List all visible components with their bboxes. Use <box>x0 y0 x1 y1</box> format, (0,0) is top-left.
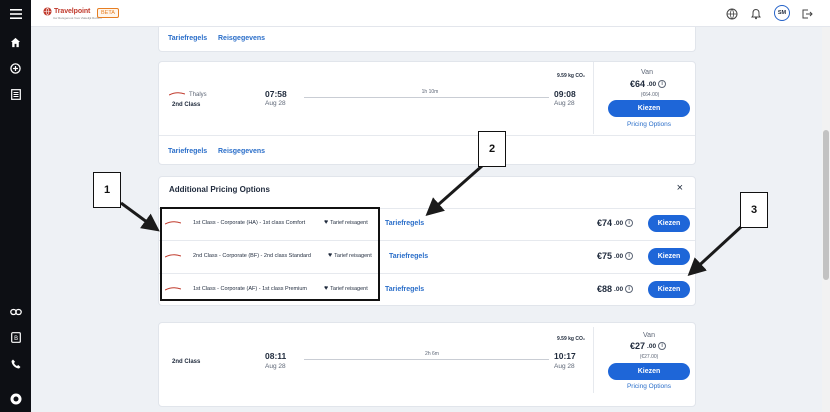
info-icon[interactable]: i <box>658 342 667 350</box>
co2-value: 9.59 kg CO₂ <box>557 73 586 79</box>
journey-line <box>304 97 549 98</box>
price-cents: .00 <box>614 219 624 227</box>
arrow-1 <box>120 201 160 232</box>
price-cents: .00 <box>614 285 624 293</box>
price-divider <box>593 62 594 134</box>
kiezen-button[interactable]: Kiezen <box>648 281 690 298</box>
price-sub: (€27.00) <box>639 354 659 360</box>
departure-time: 08:11 <box>265 351 287 361</box>
price-cents: .00 <box>647 80 657 88</box>
kiezen-button[interactable]: Kiezen <box>648 248 690 265</box>
scrollbar[interactable] <box>822 27 830 412</box>
card-divider <box>159 135 695 136</box>
departure-date: Aug 28 <box>265 100 286 107</box>
price-sub: (€64.00) <box>640 92 660 98</box>
journey-line <box>304 359 549 360</box>
fare-rules-link[interactable]: Tariefregels <box>168 35 207 42</box>
thalys-result-card: Thalys 2nd Class 07:58 Aug 28 1h 10m 9.5… <box>158 61 696 165</box>
van-label: Van <box>643 332 655 339</box>
home-icon[interactable] <box>8 35 23 50</box>
sidebar: B <box>0 0 31 412</box>
arrival-time: 10:17 <box>554 351 576 361</box>
travel-details-link[interactable]: Reisgegevens <box>218 148 265 155</box>
rail-carrier-logo-icon <box>169 92 185 96</box>
price: €27.00 i <box>630 341 667 351</box>
previous-result-card: Tariefregels Reisgegevens <box>158 27 696 52</box>
bell-icon[interactable] <box>750 7 762 20</box>
globe-logo-icon <box>43 7 52 16</box>
fare-rules-link[interactable]: Tariefregels <box>385 220 424 227</box>
van-label: Van <box>641 69 653 76</box>
additional-pricing-title: Additional Pricing Options <box>169 185 270 194</box>
list-icon[interactable] <box>8 87 23 102</box>
price-main: €88 <box>597 284 613 294</box>
kiezen-button[interactable]: Kiezen <box>648 215 690 232</box>
info-icon[interactable]: i <box>625 285 634 293</box>
logo-text: Travelpoint <box>54 8 91 15</box>
travelpoint-logo[interactable]: Travelpoint <box>43 7 90 16</box>
fare-rules-link[interactable]: Tariefregels <box>385 286 424 293</box>
duration: 1h 10m <box>421 89 439 95</box>
phone-icon[interactable] <box>8 356 23 371</box>
pricing-options-link[interactable]: Pricing Options <box>608 383 690 390</box>
arrival-date: Aug 28 <box>554 100 575 107</box>
option-price: €88.00 i <box>597 284 634 294</box>
pricing-options-link[interactable]: Pricing Options <box>608 121 690 128</box>
price-main: €64 <box>630 79 646 89</box>
departure-time: 07:58 <box>265 89 287 99</box>
price-main: €27 <box>630 341 646 351</box>
link-icon[interactable] <box>8 304 23 319</box>
svg-text:B: B <box>13 335 17 342</box>
scrollbar-thumb[interactable] <box>823 130 829 280</box>
second-result-card: 2nd Class 08:11 Aug 28 2h 6m 9.59 kg CO₂… <box>158 322 696 407</box>
option-price: €74.00 i <box>597 218 634 228</box>
travel-class: 2nd Class <box>172 359 201 365</box>
close-icon[interactable]: × <box>677 182 683 194</box>
top-bar: Travelpoint Uw Reisgenoot Voor Zakelijk … <box>31 0 830 27</box>
info-icon[interactable]: i <box>625 219 634 227</box>
price-cents: .00 <box>647 342 657 350</box>
duration: 2h 6m <box>425 351 439 357</box>
kiezen-button[interactable]: Kiezen <box>608 363 690 380</box>
user-avatar[interactable]: SM <box>774 5 790 21</box>
fare-rules-link[interactable]: Tariefregels <box>389 253 428 260</box>
annotation-callout-2: 2 <box>478 131 506 167</box>
annotation-callout-3: 3 <box>740 192 768 228</box>
option-price: €75.00 i <box>597 251 634 261</box>
travel-class: 2nd Class <box>172 102 201 108</box>
price-main: €75 <box>597 251 613 261</box>
logo-subtext: Uw Reisgenoot Voor Zakelijk Reizen <box>53 16 102 20</box>
kiezen-button[interactable]: Kiezen <box>608 100 690 117</box>
fare-rules-link[interactable]: Tariefregels <box>168 148 207 155</box>
price: €64.00 i <box>630 79 667 89</box>
plus-circle-icon[interactable] <box>8 61 23 76</box>
profile-icon[interactable] <box>8 391 23 406</box>
logout-icon[interactable] <box>801 7 813 19</box>
menu-icon[interactable] <box>8 6 23 21</box>
arrow-3 <box>687 224 744 277</box>
globe-icon[interactable] <box>726 7 738 20</box>
price-divider <box>593 327 594 393</box>
price-main: €74 <box>597 218 613 228</box>
bill-icon[interactable]: B <box>8 330 23 345</box>
beta-badge: BETA <box>97 8 119 18</box>
travel-details-link[interactable]: Reisgegevens <box>218 35 265 42</box>
price-cents: .00 <box>614 252 624 260</box>
departure-date: Aug 28 <box>265 363 286 370</box>
carrier-name: Thalys <box>189 92 207 98</box>
annotation-callout-1: 1 <box>93 172 121 208</box>
info-icon[interactable]: i <box>658 80 667 88</box>
arrival-date: Aug 28 <box>554 363 575 370</box>
arrival-time: 09:08 <box>554 89 576 99</box>
co2-value: 9.59 kg CO₂ <box>557 336 586 342</box>
annotation-highlight-box <box>160 207 380 301</box>
info-icon[interactable]: i <box>625 252 634 260</box>
